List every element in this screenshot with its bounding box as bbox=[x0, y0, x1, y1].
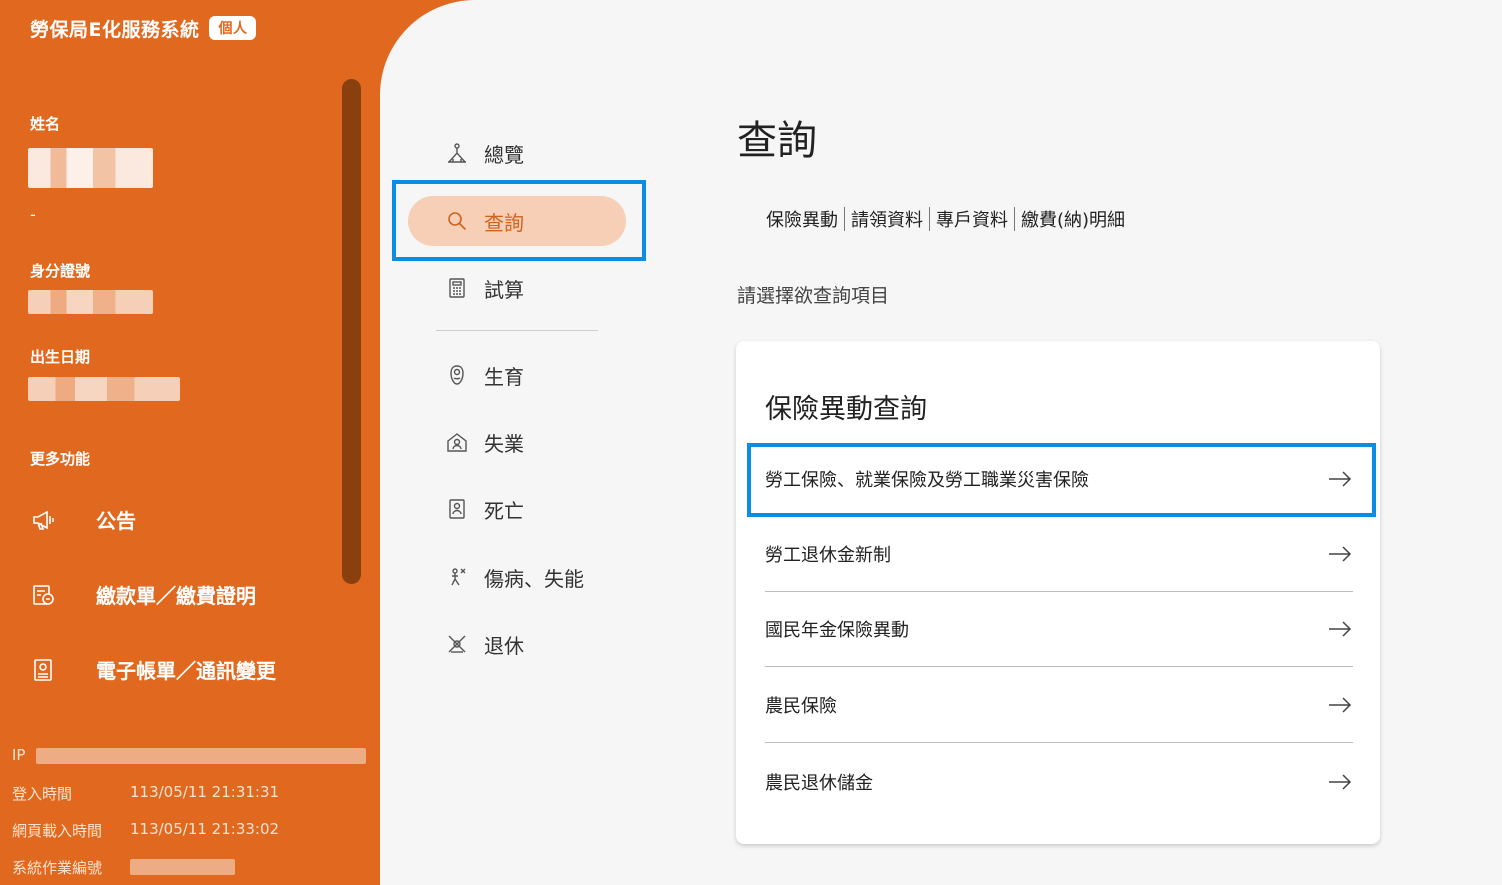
job-id-label: 系統作業編號 bbox=[12, 859, 103, 877]
list-item-farmer-insurance[interactable]: 農民保險 bbox=[765, 668, 1353, 743]
ebill-link[interactable]: 電子帳單／通訊變更 bbox=[30, 655, 276, 684]
query-tabs: 保險異動 請領資料 專戶資料 繳費(納)明細 bbox=[766, 206, 1131, 232]
login-time-row: 登入時間 113/05/11 21:31:31 bbox=[12, 783, 279, 804]
load-time-label: 網頁載入時間 bbox=[12, 822, 103, 840]
bill-link[interactable]: 繳款單／繳費證明 bbox=[30, 580, 256, 609]
menu-retirement[interactable]: 退休 bbox=[408, 619, 626, 669]
menu-overview[interactable]: 總覽 bbox=[408, 128, 626, 178]
unemployment-icon bbox=[440, 430, 474, 454]
card-title: 保險異動查詢 bbox=[765, 394, 927, 425]
menu-death[interactable]: 死亡 bbox=[408, 484, 626, 534]
sidebar: 勞保局E化服務系統 個人 姓名 - 身分證號 出生日期 更多功能 公告 繳款單／… bbox=[0, 0, 380, 885]
job-id-row: 系統作業編號 bbox=[12, 857, 235, 878]
injury-icon bbox=[440, 565, 474, 589]
arrow-right-icon bbox=[1327, 469, 1353, 489]
tab-insurance-change[interactable]: 保險異動 bbox=[766, 206, 844, 232]
menu-birth[interactable]: 生育 bbox=[408, 350, 626, 400]
app-brand[interactable]: 勞保局E化服務系統 個人 bbox=[30, 14, 257, 42]
menu-birth-label: 生育 bbox=[484, 364, 524, 389]
arrow-right-icon bbox=[1327, 619, 1353, 639]
account-type-badge: 個人 bbox=[209, 16, 257, 40]
select-prompt: 請選擇欲查詢項目 bbox=[737, 285, 890, 307]
ip-row: IP bbox=[12, 746, 366, 764]
id-label: 身分證號 bbox=[30, 262, 91, 280]
ebill-label: 電子帳單／通訊變更 bbox=[96, 659, 276, 683]
load-time-row: 網頁載入時間 113/05/11 21:33:02 bbox=[12, 820, 279, 841]
name-extra: - bbox=[30, 205, 36, 224]
menu-retirement-label: 退休 bbox=[484, 633, 524, 658]
menu-unemployment-label: 失業 bbox=[484, 431, 524, 456]
arrow-right-icon bbox=[1327, 772, 1353, 792]
birth-value-redacted bbox=[28, 377, 180, 401]
menu-unemployment[interactable]: 失業 bbox=[408, 417, 626, 467]
page-title: 查詢 bbox=[737, 118, 817, 164]
overview-icon bbox=[440, 141, 474, 165]
menu-query-label: 查詢 bbox=[484, 210, 524, 235]
load-time-value: 113/05/11 21:33:02 bbox=[130, 820, 280, 838]
menu-query[interactable]: 查詢 bbox=[408, 196, 626, 246]
name-label: 姓名 bbox=[30, 115, 61, 133]
search-icon bbox=[440, 209, 474, 233]
list-item-label: 農民保險 bbox=[765, 696, 837, 717]
birth-label: 出生日期 bbox=[30, 348, 91, 366]
ip-label: IP bbox=[12, 746, 26, 764]
bill-label: 繳款單／繳費證明 bbox=[96, 584, 256, 608]
announcement-label: 公告 bbox=[96, 509, 136, 533]
list-item-label: 國民年金保險異動 bbox=[765, 620, 909, 641]
menu-divider bbox=[436, 330, 598, 331]
document-icon bbox=[30, 657, 96, 683]
menu-overview-label: 總覽 bbox=[484, 142, 524, 167]
ip-value-redacted bbox=[36, 748, 366, 764]
list-item-label: 農民退休儲金 bbox=[765, 772, 873, 794]
login-time-label: 登入時間 bbox=[12, 785, 73, 803]
menu-calculate-label: 試算 bbox=[484, 277, 524, 302]
login-time-value: 113/05/11 21:31:31 bbox=[130, 783, 280, 801]
menu-death-label: 死亡 bbox=[484, 498, 524, 523]
list-item-labor-pension[interactable]: 勞工退休金新制 bbox=[765, 517, 1353, 592]
baby-icon bbox=[440, 363, 474, 387]
menu-injury-label: 傷病、失能 bbox=[484, 566, 584, 591]
list-item-national-pension[interactable]: 國民年金保險異動 bbox=[765, 592, 1353, 667]
list-item-label: 勞工退休金新制 bbox=[765, 545, 891, 566]
sidebar-scrollbar[interactable] bbox=[342, 79, 361, 584]
retirement-icon bbox=[440, 632, 474, 656]
tab-payment-details[interactable]: 繳費(納)明細 bbox=[1015, 206, 1131, 232]
announcement-link[interactable]: 公告 bbox=[30, 505, 136, 534]
death-icon bbox=[440, 497, 474, 521]
name-value-redacted bbox=[28, 148, 153, 188]
more-functions-label: 更多功能 bbox=[30, 450, 91, 468]
app-title: 勞保局E化服務系統 bbox=[30, 18, 200, 41]
menu-injury[interactable]: 傷病、失能 bbox=[408, 552, 626, 602]
list-item-labor-insurance[interactable]: 勞工保險、就業保險及勞工職業災害保險 bbox=[765, 442, 1353, 517]
list-item-label: 勞工保險、就業保險及勞工職業災害保險 bbox=[765, 470, 1089, 491]
calculator-icon bbox=[440, 276, 474, 300]
megaphone-icon bbox=[30, 507, 96, 533]
tab-claim-data[interactable]: 請領資料 bbox=[845, 206, 929, 232]
bill-icon bbox=[30, 582, 96, 608]
arrow-right-icon bbox=[1327, 695, 1353, 715]
menu-calculate[interactable]: 試算 bbox=[408, 263, 626, 313]
insurance-change-card: 保險異動查詢 勞工保險、就業保險及勞工職業災害保險 勞工退休金新制 國民年金保險… bbox=[736, 341, 1380, 844]
arrow-right-icon bbox=[1327, 544, 1353, 564]
list-item-farmer-pension[interactable]: 農民退休儲金 bbox=[765, 744, 1353, 819]
job-id-value-redacted bbox=[130, 859, 235, 875]
tab-account-data[interactable]: 專戶資料 bbox=[930, 206, 1014, 232]
id-value-redacted bbox=[28, 290, 153, 314]
